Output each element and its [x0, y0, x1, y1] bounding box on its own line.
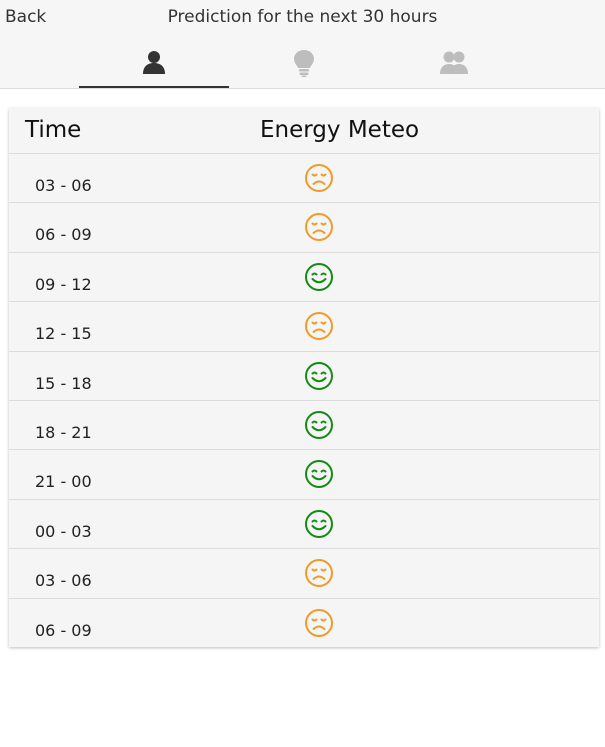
tab-personal[interactable] [79, 42, 229, 88]
tab-group[interactable] [379, 42, 529, 87]
sad-face-icon [305, 164, 333, 192]
table-row: 06 - 09 [9, 599, 599, 648]
time-range: 12 - 15 [35, 324, 92, 344]
group-icon [440, 51, 468, 74]
time-range: 03 - 06 [35, 571, 92, 591]
time-range: 15 - 18 [35, 373, 92, 393]
sad-face-icon [305, 608, 333, 637]
table-row: 06 - 09 [9, 203, 599, 253]
tab-lightbulb[interactable] [229, 42, 379, 87]
time-range: 06 - 09 [35, 620, 92, 640]
sad-face-icon [305, 213, 333, 242]
table-row: 00 - 03 [9, 500, 599, 550]
table-row: 12 - 15 [9, 302, 599, 352]
time-range: 03 - 06 [35, 176, 92, 195]
sad-face-icon [305, 559, 333, 588]
top-bar: Back Prediction for the next 30 hours [0, 0, 605, 89]
happy-face-icon [305, 262, 333, 291]
time-range: 06 - 09 [35, 225, 92, 245]
column-header-time: Time [25, 117, 82, 143]
table-row: 03 - 06 [9, 549, 599, 599]
table-row: 15 - 18 [9, 352, 599, 401]
happy-face-icon [305, 361, 333, 390]
happy-face-icon [305, 410, 333, 439]
lightbulb-icon [294, 50, 314, 77]
time-range: 21 - 00 [35, 472, 92, 492]
sad-face-icon [305, 312, 333, 341]
time-range: 09 - 12 [35, 274, 92, 294]
time-range: 00 - 03 [35, 521, 92, 541]
page-title: Prediction for the next 30 hours [167, 7, 438, 27]
column-header-energy-meteo: Energy Meteo [260, 117, 420, 143]
table-row: 09 - 12 [9, 253, 599, 303]
happy-face-icon [305, 460, 333, 489]
table-row: 21 - 00 [9, 450, 599, 500]
happy-face-icon [305, 509, 333, 538]
table-row: 18 - 21 [9, 401, 599, 451]
time-range: 18 - 21 [35, 422, 92, 442]
prediction-table: Time Energy Meteo 03 - 06 06 - 09 09 - 12 1… [9, 108, 599, 647]
person-icon [143, 51, 165, 74]
table-row: 03 - 06 [9, 154, 599, 204]
table-header: Time Energy Meteo [9, 108, 599, 154]
